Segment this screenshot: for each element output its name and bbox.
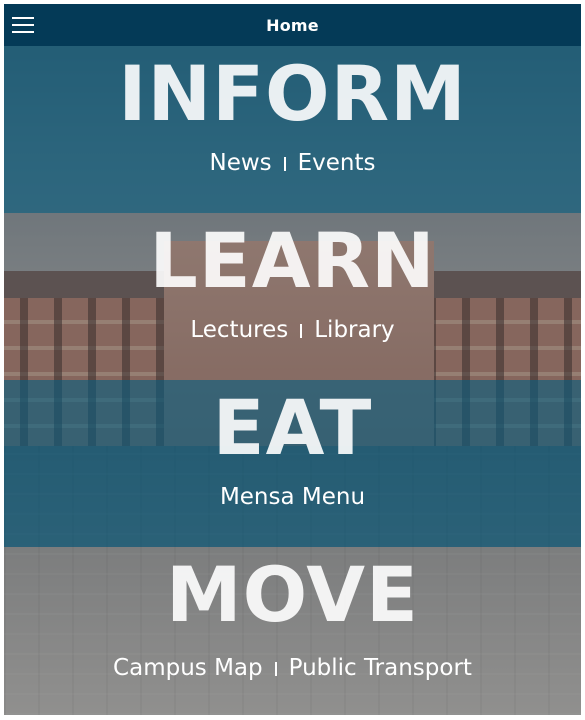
link-separator bbox=[274, 662, 277, 676]
tile-links-move: Campus Map Public Transport bbox=[4, 653, 581, 683]
link-lectures[interactable]: Lectures bbox=[190, 315, 288, 345]
menu-line bbox=[12, 24, 34, 26]
title-bar: Home bbox=[4, 4, 581, 46]
hamburger-menu-icon[interactable] bbox=[12, 16, 34, 34]
page-title: Home bbox=[266, 15, 319, 35]
tile-move[interactable]: MOVE Campus Map Public Transport bbox=[4, 547, 581, 715]
tile-title-learn: LEARN bbox=[149, 216, 436, 305]
link-mensa-menu[interactable]: Mensa Menu bbox=[220, 482, 365, 512]
app-window: Home INFORM News Events LEARN Lectures L… bbox=[4, 4, 581, 715]
link-news[interactable]: News bbox=[209, 148, 271, 178]
tile-title-inform: INFORM bbox=[118, 49, 467, 138]
tile-links-inform: News Events bbox=[4, 148, 581, 178]
menu-line bbox=[12, 17, 34, 19]
tile-title-move: MOVE bbox=[166, 550, 419, 639]
link-separator bbox=[283, 157, 286, 171]
link-library[interactable]: Library bbox=[314, 315, 394, 345]
link-separator bbox=[300, 324, 303, 338]
link-public-transport[interactable]: Public Transport bbox=[289, 653, 472, 683]
tile-links-eat: Mensa Menu bbox=[4, 482, 581, 512]
tile-inform[interactable]: INFORM News Events bbox=[4, 46, 581, 213]
menu-line bbox=[12, 31, 34, 33]
tile-learn[interactable]: LEARN Lectures Library bbox=[4, 213, 581, 380]
tile-links-learn: Lectures Library bbox=[4, 315, 581, 345]
tile-title-eat: EAT bbox=[212, 383, 373, 472]
link-campus-map[interactable]: Campus Map bbox=[113, 653, 263, 683]
tile-eat[interactable]: EAT Mensa Menu bbox=[4, 380, 581, 547]
link-events[interactable]: Events bbox=[298, 148, 376, 178]
